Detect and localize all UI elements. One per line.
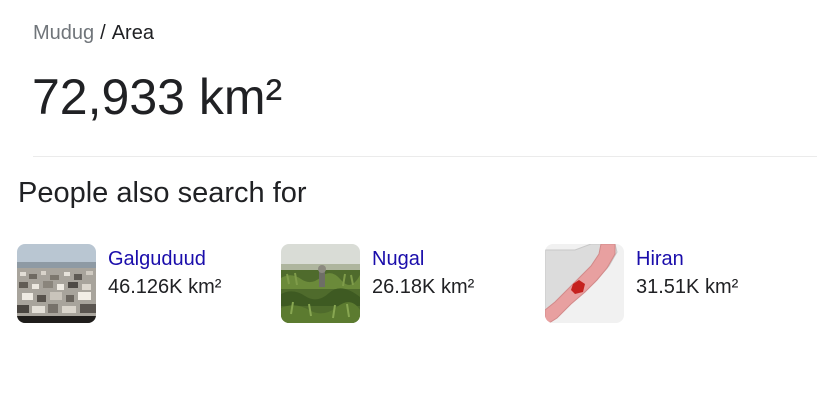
breadcrumb: Mudug / Area [33, 20, 154, 46]
related-section-title: People also search for [18, 177, 307, 209]
related-card-hiran[interactable]: Hiran 31.51K km² [545, 244, 738, 324]
divider [33, 156, 817, 157]
card-value: 26.18K km² [372, 276, 475, 298]
breadcrumb-separator: / [100, 22, 106, 44]
card-text: Hiran 31.51K km² [636, 244, 738, 300]
card-title[interactable]: Galguduud [108, 246, 221, 272]
breadcrumb-current: Area [111, 22, 154, 44]
knowledge-panel: Mudug / Area 72,933 km² People also search… [0, 0, 817, 402]
card-value: 31.51K km² [636, 276, 739, 298]
breadcrumb-parent[interactable]: Mudug [33, 22, 94, 44]
somalia-region-map[interactable] [545, 244, 624, 323]
card-title[interactable]: Nugal [372, 246, 474, 272]
grassland-photo[interactable] [281, 244, 360, 323]
related-card-nugal[interactable]: Nugal 26.18K km² [281, 244, 474, 324]
city-aerial-photo[interactable] [17, 244, 96, 323]
answer-value: 72,933 km² [32, 69, 283, 125]
card-text: Nugal 26.18K km² [372, 244, 474, 300]
card-text: Galguduud 46.126K km² [108, 244, 221, 300]
related-card-galguduud[interactable]: Galguduud 46.126K km² [17, 244, 221, 324]
card-value: 46.126K km² [108, 276, 222, 298]
card-title[interactable]: Hiran [636, 246, 738, 272]
